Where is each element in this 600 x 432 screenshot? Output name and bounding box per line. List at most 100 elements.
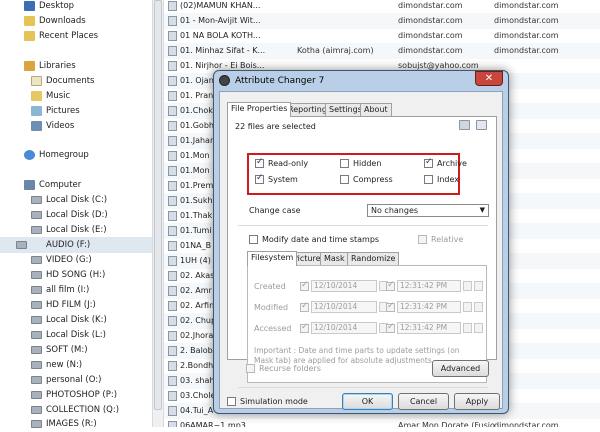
- file-name: 06AMAR~1.mp3: [180, 421, 246, 427]
- modified-label: Modified: [254, 303, 289, 312]
- audio-file-icon: [168, 256, 177, 266]
- file-name: 2.Bondh: [180, 361, 214, 370]
- dialog-body: File Properties Reporting Settings About…: [219, 91, 503, 410]
- drive-icon: [31, 196, 42, 204]
- modified-time-field[interactable]: 12:31:42 PM: [397, 301, 461, 313]
- file-row[interactable]: (02)MAMUN KHAN... dimondstar.com dimondsta…: [164, 0, 600, 14]
- accessed-spinner[interactable]: [463, 323, 472, 333]
- accessed-date-checkbox[interactable]: [300, 322, 309, 333]
- audio-file-icon: [168, 301, 177, 311]
- created-date-field[interactable]: 12/10/2014: [311, 280, 377, 292]
- index-checkbox[interactable]: [424, 175, 433, 184]
- refresh-icon[interactable]: [459, 120, 470, 130]
- file-artist: dimondstar.com: [398, 31, 463, 40]
- accessed-time-checkbox[interactable]: [386, 322, 395, 333]
- file-title: Kotha (aimraj.com): [297, 46, 374, 55]
- tab-file-properties[interactable]: File Properties: [227, 102, 292, 117]
- created-time-field[interactable]: 12:31:42 PM: [397, 280, 461, 292]
- file-album: dimondstar.com: [494, 16, 559, 25]
- audio-file-icon: [168, 181, 177, 191]
- recurse-folders-checkbox[interactable]: [246, 364, 255, 373]
- modify-dates-label: Modify date and time stamps: [262, 235, 380, 244]
- audio-file-icon: [168, 91, 177, 101]
- relative-checkbox[interactable]: [418, 235, 427, 244]
- readonly-checkbox[interactable]: [255, 157, 264, 168]
- modified-date-field[interactable]: 12/10/2014: [311, 301, 377, 313]
- modified-time-value: 12:31:42 PM: [400, 302, 448, 311]
- advanced-button[interactable]: Advanced: [432, 360, 489, 377]
- audio-file-icon: [168, 106, 177, 116]
- file-name: 01.Sukh: [180, 196, 213, 205]
- subtab-randomize[interactable]: Randomize: [347, 252, 400, 265]
- nav-drive-f[interactable]: AUDIO (F:): [0, 237, 152, 253]
- accessed-date-value: 12/10/2014: [314, 323, 358, 332]
- recurse-folders-label: Recurse folders: [259, 364, 321, 373]
- nav-scrollbar-thumb[interactable]: [154, 0, 162, 410]
- file-name: 03.Chole: [180, 391, 216, 400]
- file-name: 01.Jahar: [180, 136, 214, 145]
- apply-button[interactable]: Apply: [454, 393, 500, 410]
- cancel-button[interactable]: Cancel: [398, 393, 449, 410]
- file-artist: dimondstar.com: [398, 16, 463, 25]
- file-name: 01.Prem: [180, 181, 214, 190]
- modified-date-checkbox[interactable]: [300, 301, 309, 312]
- hidden-checkbox[interactable]: [340, 159, 349, 168]
- accessed-reset-icon[interactable]: [474, 323, 483, 333]
- accessed-time-field[interactable]: 12:31:42 PM: [397, 322, 461, 334]
- drive-icon: [31, 361, 42, 369]
- videos-icon: [31, 121, 42, 131]
- file-album: dimondstar.com: [494, 31, 559, 40]
- archive-label: Archive: [437, 159, 467, 168]
- audio-file-icon: [168, 151, 177, 161]
- file-row[interactable]: 01 - Mon-Avijit Wit... dimondstar.com dimo…: [164, 13, 600, 29]
- file-album: dimondstar.com: [494, 1, 559, 10]
- homegroup-icon: [24, 150, 35, 160]
- created-spinner[interactable]: [463, 281, 472, 291]
- archive-checkbox[interactable]: [424, 157, 433, 168]
- compress-checkbox[interactable]: [340, 175, 349, 184]
- created-date-checkbox[interactable]: [300, 280, 309, 291]
- drive-icon: [31, 406, 42, 414]
- file-row[interactable]: 01. Minhaz Sifat - K... Kotha (aimraj.com…: [164, 43, 600, 59]
- modified-reset-icon[interactable]: [474, 302, 483, 312]
- chevron-down-icon: ▼: [479, 206, 485, 214]
- modified-time-checkbox[interactable]: [386, 301, 395, 312]
- modify-dates-checkbox[interactable]: [249, 235, 258, 244]
- ok-button[interactable]: OK: [342, 393, 393, 410]
- audio-file-icon: [168, 121, 177, 131]
- file-properties-panel: 22 files are selected Read-only Hidden A…: [227, 116, 497, 388]
- audio-file-icon: [168, 61, 177, 71]
- file-artist: dimondstar.com: [398, 46, 463, 55]
- audio-file-icon: [168, 196, 177, 206]
- modified-spinner[interactable]: [463, 302, 472, 312]
- file-name: 02.Jhora: [180, 331, 214, 340]
- accessed-date-field[interactable]: 12/10/2014: [311, 322, 377, 334]
- readonly-label: Read-only: [268, 159, 309, 168]
- library-icon: [24, 61, 35, 71]
- file-row[interactable]: 01 NA BOLA KOTH... dimondstar.com dimondst…: [164, 28, 600, 44]
- close-icon: ✕: [484, 73, 494, 84]
- modified-date-value: 12/10/2014: [314, 302, 358, 311]
- audio-file-icon: [168, 331, 177, 341]
- audio-file-icon: [168, 406, 177, 416]
- close-button[interactable]: ✕: [475, 71, 503, 86]
- documents-icon: [31, 76, 42, 86]
- divider: [238, 225, 488, 226]
- subtab-filesystem[interactable]: Filesystem: [247, 251, 298, 266]
- file-name: 01. Minhaz Sifat - K...: [180, 46, 266, 55]
- audio-file-icon: [168, 211, 177, 221]
- subtab-mask[interactable]: Mask: [320, 252, 349, 265]
- created-time-checkbox[interactable]: [386, 280, 395, 291]
- file-row[interactable]: 06AMAR~1.mp3 Amar Mon Dorate (Fusio... dim…: [164, 418, 600, 427]
- index-label: Index: [437, 175, 460, 184]
- settings-icon[interactable]: [476, 120, 487, 130]
- drive-icon: [31, 376, 42, 384]
- created-reset-icon[interactable]: [474, 281, 483, 291]
- simulation-mode-checkbox[interactable]: [227, 397, 236, 406]
- audio-file-icon: [168, 166, 177, 176]
- system-checkbox[interactable]: [255, 173, 264, 184]
- tab-about[interactable]: About: [360, 103, 392, 116]
- desktop-icon: [24, 1, 35, 11]
- audio-file-icon: [168, 286, 177, 296]
- change-case-select[interactable]: No changes ▼: [367, 204, 489, 217]
